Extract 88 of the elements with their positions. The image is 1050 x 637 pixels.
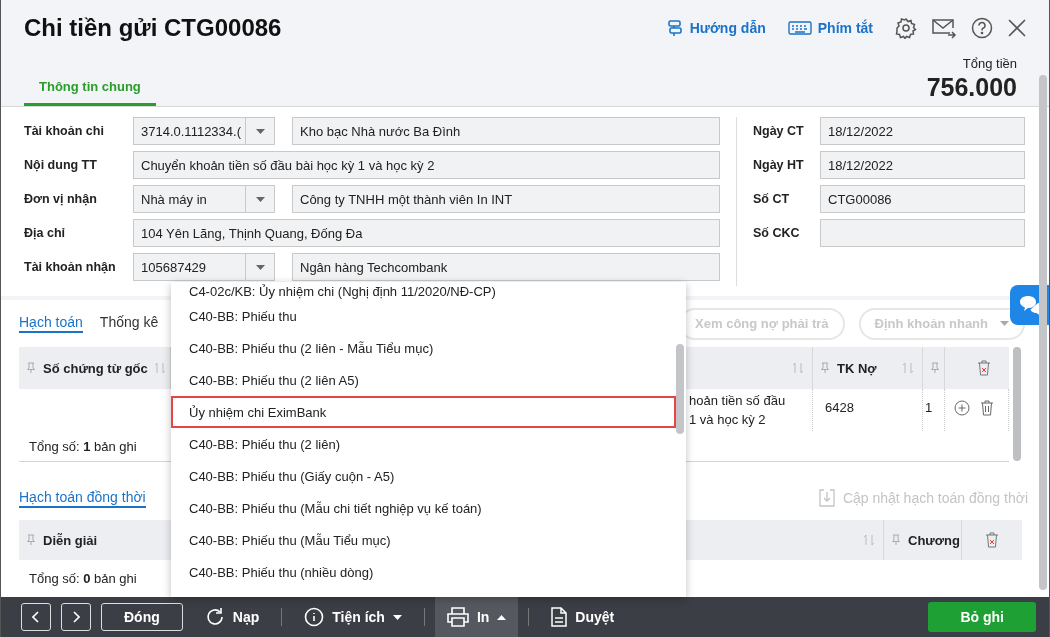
pin-icon[interactable]: [27, 534, 35, 546]
add-row-icon[interactable]: [954, 400, 971, 416]
pin-icon[interactable]: [821, 362, 829, 374]
settings-icon[interactable]: [895, 17, 917, 39]
download-icon: [818, 489, 835, 507]
record-count: Tổng số: 1 bản ghi: [29, 438, 137, 454]
input-field[interactable]: CTG00086: [820, 185, 1025, 213]
menu-item[interactable]: C40-BB: Phiếu thu (nhiều dòng): [171, 556, 680, 588]
column-header[interactable]: Diễn giải: [43, 532, 98, 548]
delete-icon[interactable]: [980, 400, 995, 416]
caret-icon: [255, 196, 265, 202]
input-field[interactable]: 18/12/2022: [820, 117, 1025, 145]
tab[interactable]: Thống kê: [99, 314, 159, 333]
input-field[interactable]: [820, 219, 1025, 247]
column-header[interactable]: Chương: [908, 532, 960, 548]
record-count: Tổng số: 0 bản ghi: [29, 570, 137, 586]
table-cell-text: 1 và học kỳ 2: [689, 411, 766, 429]
delete-all-icon[interactable]: [985, 532, 999, 548]
field-label: Số CT: [753, 192, 791, 206]
signpost-icon: [665, 19, 684, 37]
sort-icon[interactable]: [153, 362, 166, 374]
sort-icon[interactable]: [902, 362, 914, 374]
toolbar-button[interactable]: Tiện ích: [292, 597, 414, 637]
pin-icon[interactable]: [931, 362, 939, 374]
caret-icon: [1000, 321, 1009, 326]
field-label: Tài khoản nhận: [24, 260, 117, 274]
field-label: Tài khoản chi: [24, 124, 105, 138]
delete-all-icon[interactable]: [977, 360, 992, 376]
close-button[interactable]: Đóng: [101, 603, 183, 631]
combo-field[interactable]: 105687429: [133, 253, 275, 281]
nav-button[interactable]: [21, 603, 51, 631]
column-header[interactable]: TK Nợ: [837, 360, 877, 376]
toolbar-button[interactable]: Duyệt: [539, 597, 627, 637]
menu-item[interactable]: C4-02c/KB: Ủy nhiệm chi (Nghị định 11/2020/NĐ-CP): [171, 282, 680, 300]
document-icon: [551, 607, 568, 627]
help-icon[interactable]: [971, 17, 993, 39]
info-icon: [304, 607, 325, 627]
caret-icon: [255, 128, 265, 134]
reload-icon: [204, 607, 225, 627]
table-cell: 6428: [825, 400, 854, 415]
menu-item[interactable]: C40-BB: Phiếu thu (2 liên): [171, 428, 680, 460]
menu-item[interactable]: C40-BB: Phiếu thu (Mẫu chi tiết nghiệp vụ kế toán): [171, 492, 680, 524]
field-label: Ngày HT: [753, 158, 805, 172]
total-label: Tổng tiền: [962, 56, 1017, 71]
printer-icon: [446, 607, 469, 627]
total-amount: 756.000: [926, 73, 1017, 102]
menu-item[interactable]: C40-BB: Phiếu thu (2 liên - Mẫu Tiểu mục): [171, 332, 680, 364]
menu-item[interactable]: C40-BB: Phiếu thu (Giấy cuộn - A5): [171, 460, 680, 492]
menu-item[interactable]: C40-BB: Phiếu thu (2 liên A5): [171, 364, 680, 396]
caret-up-icon: [497, 614, 507, 620]
input-field[interactable]: Công ty TNHH một thành viên In INT: [292, 185, 720, 213]
caret-icon: [392, 614, 402, 620]
sort-icon[interactable]: [792, 362, 804, 374]
window-title: Chi tiền gửi CTG00086: [24, 14, 282, 42]
menu-item[interactable]: C40-BB: Phiếu thu: [171, 300, 680, 332]
toolbar-button[interactable]: In: [434, 597, 519, 637]
keyboard-icon: [787, 20, 812, 36]
mail-forward-icon[interactable]: [931, 17, 957, 39]
table-cell: 1: [925, 400, 933, 415]
pin-icon[interactable]: [27, 362, 35, 374]
combo-field[interactable]: 3714.0.1112334.(: [133, 117, 275, 145]
menu-item[interactable]: Ủy nhiệm chi EximBank: [171, 396, 676, 428]
input-field[interactable]: Kho bạc Nhà nước Ba Đình: [292, 117, 720, 145]
menu-item[interactable]: C40-BB: Phiếu thu (Mẫu Tiểu mục): [171, 524, 680, 556]
table-cell-text: hoản tiền số đầu: [689, 392, 786, 410]
combo-field[interactable]: Nhà máy in: [133, 185, 275, 213]
tab[interactable]: Hạch toán: [19, 314, 83, 333]
nav-button[interactable]: [61, 603, 91, 631]
header-link[interactable]: Phím tắt: [787, 20, 873, 36]
toolbar-button[interactable]: Nạp: [192, 597, 272, 637]
caret-icon: [255, 264, 265, 270]
input-field[interactable]: Chuyển khoản tiền số đầu bài học kỳ 1 và học kỳ 2: [133, 151, 720, 179]
input-field[interactable]: Ngân hàng Techcombank: [292, 253, 720, 281]
field-label: Địa chỉ: [24, 226, 66, 240]
field-label: Đơn vị nhận: [24, 192, 98, 206]
chevron-right-icon: [72, 611, 80, 623]
section-tab[interactable]: Hạch toán đồng thời: [19, 488, 146, 508]
column-header[interactable]: Số chứng từ gốc: [43, 360, 148, 376]
input-field[interactable]: 18/12/2022: [820, 151, 1025, 179]
close-icon[interactable]: [1007, 18, 1027, 38]
chevron-left-icon: [32, 611, 40, 623]
sort-icon[interactable]: [863, 534, 875, 546]
input-field[interactable]: 104 Yên Lãng, Thịnh Quang, Đống Đa: [133, 219, 720, 247]
pin-icon[interactable]: [892, 534, 900, 546]
field-label: Nội dung TT: [24, 158, 98, 172]
header-link[interactable]: Hướng dẫn: [665, 19, 766, 37]
field-label: Ngày CT: [753, 124, 805, 138]
field-label: Số CKC: [753, 226, 801, 240]
